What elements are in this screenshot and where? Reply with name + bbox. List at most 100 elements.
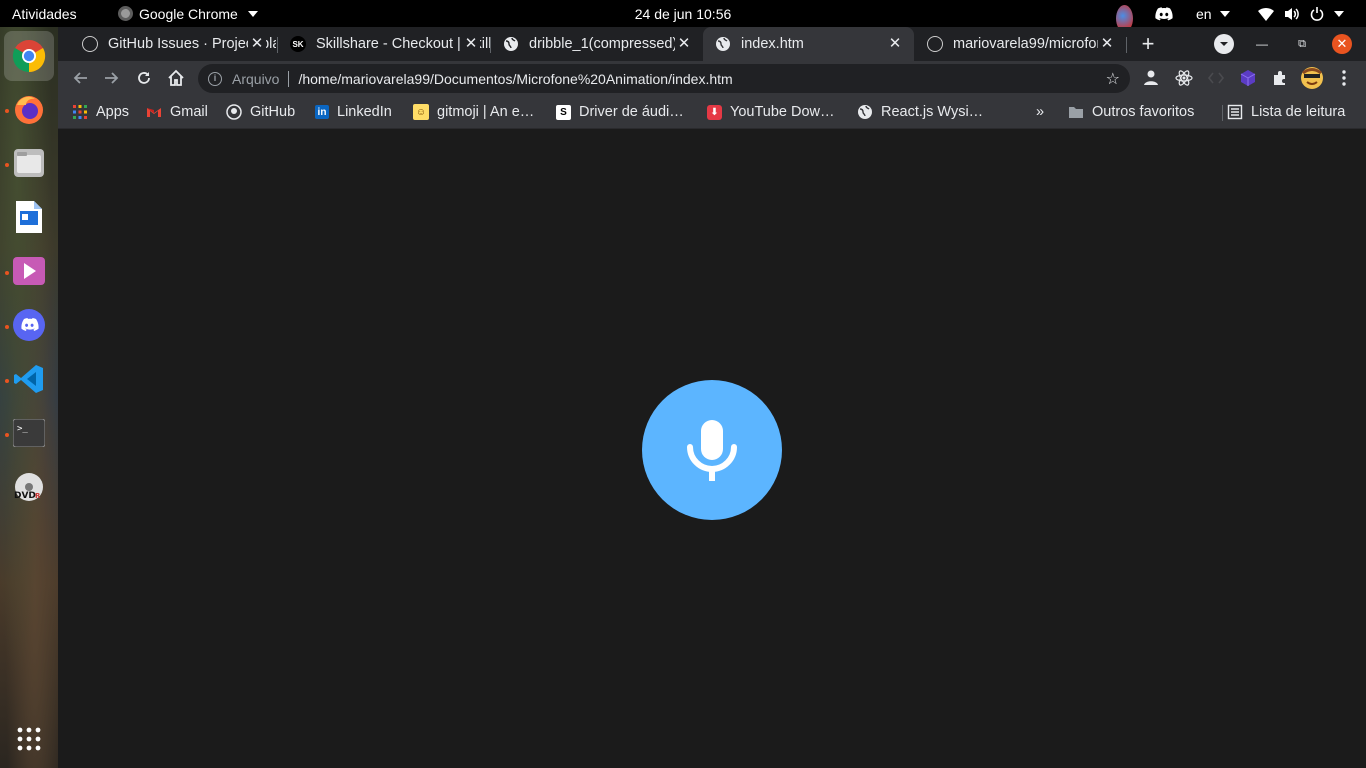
volume-icon <box>1285 7 1299 20</box>
github-icon <box>82 36 98 52</box>
bookmark-driver-audio[interactable]: S Driver de áudi… <box>556 95 684 129</box>
home-button[interactable] <box>166 68 186 88</box>
bookmark-gmail[interactable]: Gmail <box>146 95 208 129</box>
bookmark-label: LinkedIn <box>337 104 392 120</box>
url-text[interactable]: /home/mariovarela99/Documentos/Microfone… <box>298 71 732 87</box>
language-label: en <box>1196 5 1212 22</box>
dock-firefox[interactable] <box>13 93 45 125</box>
tab-index-htm[interactable]: index.htm ✕ <box>703 27 914 61</box>
dvd-icon: DVD R <box>14 473 43 501</box>
show-apps-button[interactable] <box>13 723 45 755</box>
chrome-app-icon <box>118 6 133 21</box>
address-bar[interactable]: i Arquivo /home/mariovarela99/Documentos… <box>198 64 1130 93</box>
extension-incognito[interactable] <box>1142 69 1160 87</box>
bookmark-linkedin[interactable]: in LinkedIn <box>315 95 392 129</box>
close-icon[interactable]: ✕ <box>886 35 904 53</box>
globe-icon <box>858 105 872 119</box>
bookmark-label: React.js Wysi… <box>881 104 984 120</box>
home-icon <box>168 69 184 86</box>
chrome-menu-button[interactable] <box>1335 69 1353 87</box>
terminal-icon: >_ <box>13 419 45 447</box>
github-icon <box>226 104 242 120</box>
reload-button[interactable] <box>134 68 154 88</box>
apps-grid-icon <box>17 727 41 751</box>
dock-chrome[interactable] <box>4 31 54 81</box>
toolbar: i Arquivo /home/mariovarela99/Documentos… <box>58 61 1366 95</box>
ubuntu-dock: >_ DVD R <box>0 27 58 768</box>
bookmarks-overflow-button[interactable]: » <box>1036 95 1044 129</box>
minimize-button[interactable]: — <box>1252 34 1272 54</box>
tab-dribble[interactable]: dribble_1(compressed) ✕ <box>491 27 703 61</box>
firefox-icon <box>15 96 43 124</box>
download-icon: ⬇ <box>707 104 722 120</box>
dock-dvd[interactable]: DVD R <box>13 471 45 503</box>
chrome-icon <box>12 40 46 73</box>
bookmark-react-wysiwyg[interactable]: React.js Wysi… <box>857 95 983 129</box>
extension-purple[interactable] <box>1239 69 1257 87</box>
gmail-icon <box>147 108 161 117</box>
dock-writer[interactable] <box>13 201 45 233</box>
cube-extension-icon <box>1240 70 1256 86</box>
info-icon[interactable]: i <box>208 71 222 86</box>
discord-icon <box>13 309 45 341</box>
tab-skillshare[interactable]: SK Skillshare - Checkout | Skillshare ✕ <box>278 27 490 61</box>
close-icon[interactable]: ✕ <box>248 35 266 53</box>
dock-terminal[interactable]: >_ <box>13 417 45 449</box>
running-indicator <box>5 163 9 167</box>
bookmarks-overflow-label: » <box>1036 104 1045 120</box>
running-indicator <box>5 325 9 329</box>
bookmark-label: Gmail <box>170 104 208 120</box>
clock-label[interactable]: 24 de jun 10:56 <box>635 6 732 22</box>
back-button[interactable] <box>70 68 90 88</box>
maximize-button[interactable]: ⧉ <box>1292 34 1312 54</box>
bookmark-label: Apps <box>96 104 130 120</box>
bookmark-label: GitHub <box>250 104 296 120</box>
activities-label: Atividades <box>12 5 77 22</box>
profile-avatar[interactable] <box>1300 66 1324 90</box>
folder-icon <box>1069 107 1083 118</box>
extension-react-devtools[interactable] <box>1175 69 1193 87</box>
url-scheme-label: Arquivo <box>232 70 280 87</box>
tab-separator <box>1126 37 1127 53</box>
tab-strip: GitHub Issues · Project planning for dev… <box>58 27 1366 61</box>
close-icon[interactable]: ✕ <box>462 35 480 53</box>
dock-discord[interactable] <box>13 309 45 341</box>
tab-github-issues[interactable]: GitHub Issues · Project planning for dev… <box>64 27 276 61</box>
dock-files[interactable] <box>13 147 45 179</box>
activities-button[interactable]: Atividades <box>12 0 77 27</box>
close-icon[interactable]: ✕ <box>1098 35 1116 53</box>
dock-video[interactable] <box>13 255 45 287</box>
running-indicator <box>5 271 9 275</box>
microphone-button[interactable] <box>642 380 782 520</box>
bookmark-gitmoji[interactable]: ☺ gitmoji | An e… <box>413 95 534 129</box>
kebab-menu-icon <box>1342 70 1346 86</box>
forward-button[interactable] <box>102 68 122 88</box>
new-tab-button[interactable]: + <box>1137 33 1159 55</box>
bookmark-star-icon[interactable]: ☆ <box>1106 69 1120 89</box>
avatar-icon <box>1301 67 1323 89</box>
extensions-menu-button[interactable] <box>1271 69 1289 87</box>
globe-icon <box>504 37 518 51</box>
apps-grid-icon <box>73 105 87 119</box>
close-icon[interactable]: ✕ <box>675 35 693 53</box>
close-window-button[interactable]: ✕ <box>1332 34 1352 54</box>
extension-disabled[interactable] <box>1207 69 1225 87</box>
dock-vscode[interactable] <box>13 363 45 395</box>
language-selector[interactable]: en <box>1196 0 1230 27</box>
bookmark-youtube-downloader[interactable]: ⬇ YouTube Dow… <box>707 95 835 129</box>
bookmark-label: YouTube Dow… <box>730 104 835 120</box>
tab-search-button[interactable] <box>1214 34 1234 54</box>
reload-icon <box>138 72 150 84</box>
bookmark-github[interactable]: GitHub <box>226 95 295 129</box>
chevron-down-icon <box>1334 10 1344 17</box>
app-menu[interactable]: Google Chrome <box>118 0 258 27</box>
other-bookmarks-folder[interactable]: Outros favoritos <box>1068 95 1194 129</box>
reading-list-button[interactable]: Lista de leitura <box>1227 95 1345 129</box>
system-menu[interactable] <box>1258 0 1344 27</box>
running-indicator <box>5 379 9 383</box>
bookmark-apps[interactable]: Apps <box>72 95 129 129</box>
other-bookmarks-label: Outros favoritos <box>1092 104 1195 120</box>
discord-tray-icon[interactable] <box>1155 0 1173 27</box>
divider <box>1222 105 1223 121</box>
tab-github-repo[interactable]: mariovarela99/microfone ✕ <box>915 27 1126 61</box>
